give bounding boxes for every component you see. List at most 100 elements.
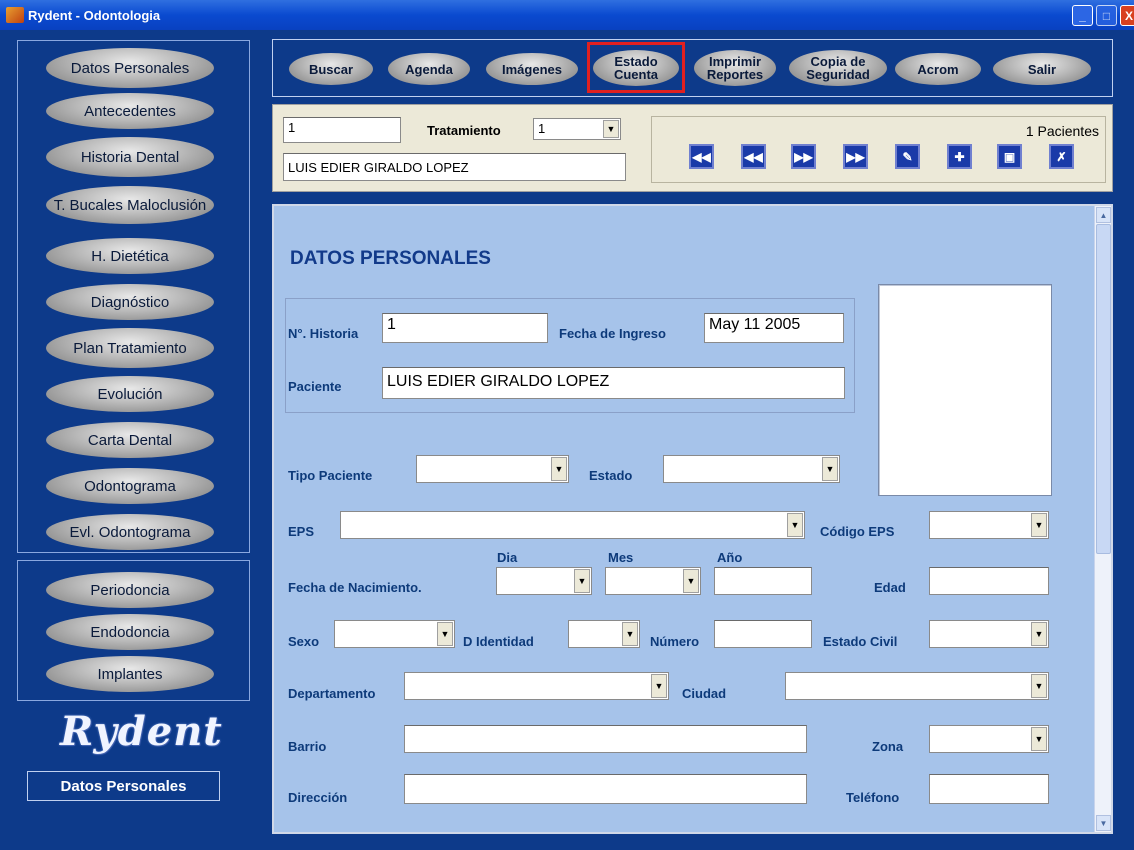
sidebar-item-historia-dental[interactable]: Historia Dental	[46, 137, 214, 177]
chevron-down-icon: ▼	[1031, 674, 1047, 698]
chevron-down-icon: ▼	[822, 457, 838, 481]
scroll-down-icon[interactable]: ▼	[1096, 815, 1111, 831]
maximize-button[interactable]: □	[1096, 5, 1117, 26]
eps-select[interactable]: ▼	[340, 511, 805, 539]
edit-icon[interactable]: ✎	[895, 144, 920, 169]
codigo-eps-label: Código EPS	[820, 524, 895, 539]
eps-label: EPS	[288, 524, 315, 539]
chevron-down-icon: ▼	[1031, 513, 1047, 537]
direccion-field[interactable]	[404, 774, 807, 804]
fecha-nacimiento-label: Fecha de Nacimiento.	[288, 580, 422, 595]
sidebar-item-antecedentes[interactable]: Antecedentes	[46, 93, 214, 129]
last-record-icon[interactable]: ▶▶	[843, 144, 868, 169]
mes-select[interactable]: ▼	[605, 567, 701, 595]
ciudad-select[interactable]: ▼	[785, 672, 1049, 700]
section-title: DATOS PERSONALES	[290, 248, 491, 269]
tratamiento-value: 1	[538, 121, 546, 136]
historia-label: N°. Historia	[288, 326, 359, 341]
sidebar-item-evolucion[interactable]: Evolución	[46, 376, 214, 412]
telefono-label: Teléfono	[846, 790, 900, 805]
sexo-label: Sexo	[288, 634, 320, 649]
new-record-icon[interactable]: ✚	[947, 144, 972, 169]
zona-select[interactable]: ▼	[929, 725, 1049, 753]
chevron-down-icon: ▼	[551, 457, 567, 481]
edad-field[interactable]	[929, 567, 1049, 595]
salir-button[interactable]: Salir	[993, 53, 1091, 85]
patient-photo[interactable]	[878, 284, 1052, 496]
telefono-field[interactable]	[929, 774, 1049, 804]
sidebar-item-evl-odontograma[interactable]: Evl. Odontograma	[46, 514, 214, 550]
chevron-down-icon: ▼	[603, 120, 619, 138]
sidebar-item-odontograma[interactable]: Odontograma	[46, 468, 214, 504]
mes-label: Mes	[608, 550, 634, 565]
tipo-paciente-select[interactable]: ▼	[416, 455, 569, 483]
paciente-field[interactable]: LUIS EDIER GIRALDO LOPEZ	[382, 367, 845, 399]
fecha-ingreso-field[interactable]: May 11 2005	[704, 313, 844, 343]
ciudad-label: Ciudad	[682, 686, 727, 701]
estado-civil-select[interactable]: ▼	[929, 620, 1049, 648]
sidebar-main-panel: Datos Personales Antecedentes Historia D…	[17, 40, 250, 553]
acrom-button[interactable]: Acrom	[895, 53, 981, 85]
dia-label: Dia	[497, 550, 518, 565]
tratamiento-label: Tratamiento	[427, 123, 501, 138]
chevron-down-icon: ▼	[622, 622, 638, 646]
title-bar: Rydent - Odontologia _ □ X	[0, 0, 1134, 30]
cancel-icon[interactable]: ✗	[1049, 144, 1074, 169]
buscar-button[interactable]: Buscar	[289, 53, 373, 85]
close-button[interactable]: X	[1120, 5, 1134, 26]
chevron-down-icon: ▼	[683, 569, 699, 593]
imagenes-button[interactable]: Imágenes	[486, 53, 578, 85]
vertical-scrollbar[interactable]: ▲ ▼	[1094, 206, 1111, 832]
tratamiento-select[interactable]: 1 ▼	[533, 118, 621, 140]
anio-label: Año	[717, 550, 743, 565]
barrio-field[interactable]	[404, 725, 807, 753]
chevron-down-icon: ▼	[574, 569, 590, 593]
save-icon[interactable]: ▣	[997, 144, 1022, 169]
chevron-down-icon: ▼	[787, 513, 803, 537]
sidebar-item-t-bucales[interactable]: T. Bucales Maloclusión	[46, 186, 214, 224]
chevron-down-icon: ▼	[651, 674, 667, 698]
sidebar-item-periodoncia[interactable]: Periodoncia	[46, 572, 214, 608]
sidebar-item-implantes[interactable]: Implantes	[46, 656, 214, 692]
anio-field[interactable]	[714, 567, 812, 595]
historia-field[interactable]: 1	[382, 313, 548, 343]
imprimir-reportes-button[interactable]: Imprimir Reportes	[694, 50, 776, 86]
record-patient-field[interactable]: LUIS EDIER GIRALDO LOPEZ	[283, 153, 626, 181]
next-record-icon[interactable]: ▶▶	[791, 144, 816, 169]
codigo-eps-select[interactable]: ▼	[929, 511, 1049, 539]
sidebar-item-plan-tratamiento[interactable]: Plan Tratamiento	[46, 328, 214, 368]
prev-record-icon[interactable]: ◀◀	[741, 144, 766, 169]
departamento-label: Departamento	[288, 686, 376, 701]
edad-label: Edad	[874, 580, 906, 595]
scroll-thumb[interactable]	[1096, 224, 1111, 554]
numero-field[interactable]	[714, 620, 812, 648]
departamento-select[interactable]: ▼	[404, 672, 669, 700]
record-bar: 1 Tratamiento 1 ▼ LUIS EDIER GIRALDO LOP…	[272, 104, 1113, 192]
scroll-up-icon[interactable]: ▲	[1096, 207, 1111, 223]
dia-select[interactable]: ▼	[496, 567, 592, 595]
sidebar-item-endodoncia[interactable]: Endodoncia	[46, 614, 214, 650]
patient-count: 1 Pacientes	[1025, 123, 1099, 139]
estado-label: Estado	[589, 468, 633, 483]
numero-label: Número	[650, 634, 700, 649]
fecha-ingreso-label: Fecha de Ingreso	[559, 326, 666, 341]
d-identidad-select[interactable]: ▼	[568, 620, 640, 648]
sexo-select[interactable]: ▼	[334, 620, 455, 648]
direccion-label: Dirección	[288, 790, 348, 805]
current-section-label: Datos Personales	[27, 771, 220, 801]
sidebar-item-h-dietetica[interactable]: H. Dietética	[46, 238, 214, 274]
main-toolbar: Buscar Agenda Imágenes Estado Cuenta Imp…	[272, 39, 1113, 97]
agenda-button[interactable]: Agenda	[388, 53, 470, 85]
sidebar-specialty-panel: Periodoncia Endodoncia Implantes	[17, 560, 250, 701]
copia-seguridad-button[interactable]: Copia de Seguridad	[789, 50, 887, 86]
minimize-button[interactable]: _	[1072, 5, 1093, 26]
first-record-icon[interactable]: ◀◀	[689, 144, 714, 169]
estado-select[interactable]: ▼	[663, 455, 840, 483]
chevron-down-icon: ▼	[437, 622, 453, 646]
record-id-field[interactable]: 1	[283, 117, 401, 143]
chevron-down-icon: ▼	[1031, 727, 1047, 751]
zona-label: Zona	[872, 739, 904, 754]
sidebar-item-carta-dental[interactable]: Carta Dental	[46, 422, 214, 458]
sidebar-item-diagnostico[interactable]: Diagnóstico	[46, 284, 214, 320]
sidebar-item-datos-personales[interactable]: Datos Personales	[46, 48, 214, 88]
